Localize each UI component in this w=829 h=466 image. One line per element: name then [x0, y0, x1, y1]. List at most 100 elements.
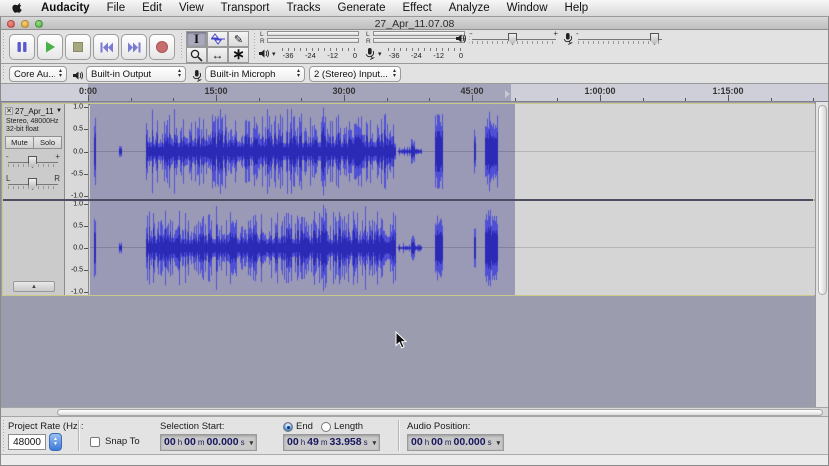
waveform-right-channel[interactable]	[90, 201, 815, 295]
vruler-tick	[84, 129, 88, 130]
output-device-speaker-icon	[72, 70, 84, 81]
gain-slider[interactable]: - +	[8, 154, 58, 168]
menu-view[interactable]: View	[179, 2, 204, 14]
ruler-tick	[685, 98, 686, 101]
db-tick-label: -12	[327, 51, 338, 60]
pan-right-label: R	[54, 174, 60, 183]
db-tick-label: 0	[353, 51, 357, 60]
record-button[interactable]	[149, 34, 175, 60]
field-dropdown-arrow[interactable]: ▾	[250, 439, 254, 447]
unit-m: m	[198, 438, 205, 447]
playback-meter-dropdown-arrow[interactable]: ▾	[272, 50, 276, 58]
apple-menu-icon[interactable]	[12, 2, 24, 15]
tools-toolbar-grip[interactable]	[180, 33, 184, 60]
field-dropdown-arrow[interactable]: ▾	[373, 439, 377, 447]
menu-help[interactable]: Help	[565, 2, 589, 14]
snap-to-checkbox[interactable]	[90, 437, 100, 447]
track-close-button[interactable]: ✕	[5, 107, 13, 115]
snap-to-label: Snap To	[105, 436, 140, 447]
end-radio[interactable]	[283, 422, 293, 432]
menu-effect[interactable]: Effect	[402, 2, 431, 14]
toolbar-dock: I ✎ ↔ ∗ L R ▾ -36-24-120 L R ▾ -36-24-12…	[0, 30, 829, 64]
zoom-tool[interactable]	[186, 47, 207, 63]
vruler-tick	[84, 152, 88, 153]
device-toolbar-grip[interactable]	[2, 66, 6, 81]
selection-start-field[interactable]: 00h00m00.000s▾	[160, 434, 257, 451]
timeline-ruler[interactable]: 0:0015:0030:0045:001:00:001:15:00	[0, 84, 829, 102]
recording-meter-left-bar[interactable]	[373, 31, 465, 36]
project-rate-value[interactable]: 48000	[8, 434, 46, 450]
microphone-icon[interactable]	[364, 47, 375, 60]
audio-position-field[interactable]: 00h00m00.000s▾	[407, 434, 504, 451]
waveform-canvas-right[interactable]	[90, 201, 815, 295]
length-radio[interactable]	[321, 422, 331, 432]
solo-button[interactable]: Solo	[34, 136, 62, 149]
horizontal-scrollbar[interactable]	[0, 407, 829, 417]
ruler-tick	[728, 95, 729, 101]
output-device-select[interactable]: Built-in Output ▴▾	[86, 66, 186, 82]
selection-end-field[interactable]: 00h49m33.958s▾	[283, 434, 380, 451]
play-button[interactable]	[37, 34, 63, 60]
envelope-tool[interactable]	[207, 31, 228, 47]
menu-file[interactable]: File	[107, 2, 126, 14]
menu-generate[interactable]: Generate	[338, 2, 386, 14]
db-tick-label: -12	[433, 51, 444, 60]
unit-m: m	[321, 438, 328, 447]
input-device-select[interactable]: Built-in Microph ▴▾	[205, 66, 305, 82]
project-rate-stepper[interactable]: ▲▼	[49, 433, 62, 451]
magnifier-icon	[190, 49, 203, 62]
ruler-tick	[557, 98, 558, 101]
audio-host-select[interactable]: Core Au... ▴▾	[9, 66, 67, 82]
ruler-tick	[344, 95, 345, 101]
recording-meter-right-bar[interactable]	[373, 38, 465, 43]
playback-meter-left-bar[interactable]	[267, 31, 359, 36]
device-toolbar: Core Au... ▴▾ Built-in Output ▴▾ Built-i…	[0, 64, 829, 84]
stop-button[interactable]	[65, 34, 91, 60]
output-volume-speaker-icon	[455, 33, 467, 44]
track-collapse-button[interactable]: ▲	[13, 281, 55, 292]
track-menu-arrow-icon[interactable]: ▼	[56, 108, 62, 114]
meter-toolbar-grip[interactable]	[253, 33, 257, 60]
skip-to-end-button[interactable]	[121, 34, 147, 60]
asterisk-icon: ∗	[232, 50, 245, 60]
selection-start-label: Selection Start:	[160, 421, 224, 432]
draw-tool[interactable]: ✎	[228, 31, 249, 47]
audio-track[interactable]: ✕ 27_Apr_11. ▼ Stereo, 48000Hz 32-bit fl…	[2, 103, 814, 296]
field-dropdown-arrow[interactable]: ▾	[497, 439, 501, 447]
pan-slider[interactable]: L R	[8, 176, 58, 190]
pause-button[interactable]	[9, 34, 35, 60]
track-area[interactable]: ✕ 27_Apr_11. ▼ Stereo, 48000Hz 32-bit fl…	[1, 102, 815, 407]
waveform-canvas-left[interactable]	[90, 104, 815, 199]
speaker-icon[interactable]	[258, 48, 270, 59]
menu-edit[interactable]: Edit	[142, 2, 162, 14]
waveform-left-channel[interactable]	[90, 104, 815, 199]
transport-toolbar-grip[interactable]	[2, 33, 6, 60]
multi-tool[interactable]: ∗	[228, 47, 249, 63]
selection-tool[interactable]: I	[186, 31, 207, 47]
skip-to-start-button[interactable]	[93, 34, 119, 60]
vruler-label: -0.5	[71, 267, 83, 274]
horizontal-scrollbar-thumb[interactable]	[57, 409, 823, 416]
vertical-scrollbar-thumb[interactable]	[818, 105, 827, 295]
menu-window[interactable]: Window	[507, 2, 548, 14]
playback-meter-right-bar[interactable]	[267, 38, 359, 43]
vruler-label: -1.0	[71, 289, 83, 296]
start-seconds: 00.000	[207, 436, 239, 448]
track-title-bar[interactable]: ✕ 27_Apr_11. ▼	[4, 105, 63, 117]
output-device-value: Built-in Output	[91, 69, 174, 80]
menu-audacity[interactable]: Audacity	[41, 2, 90, 14]
input-channels-select[interactable]: 2 (Stereo) Input... ▴▾	[309, 66, 401, 82]
menu-analyze[interactable]: Analyze	[449, 2, 490, 14]
vertical-scrollbar[interactable]	[815, 102, 829, 407]
db-tick-label: 0	[459, 51, 463, 60]
menu-transport[interactable]: Transport	[221, 2, 270, 14]
time-shift-tool[interactable]: ↔	[207, 47, 228, 63]
input-volume-slider[interactable]: -	[578, 31, 662, 45]
menu-tracks[interactable]: Tracks	[286, 2, 320, 14]
output-volume-slider[interactable]: - +	[472, 31, 556, 45]
mute-button[interactable]: Mute	[5, 136, 34, 149]
vruler-label: 0.5	[73, 223, 83, 230]
selection-toolbar-grip[interactable]	[2, 420, 6, 451]
recording-meter-dropdown-arrow[interactable]: ▾	[378, 50, 382, 58]
input-volume-min: -	[576, 29, 579, 38]
